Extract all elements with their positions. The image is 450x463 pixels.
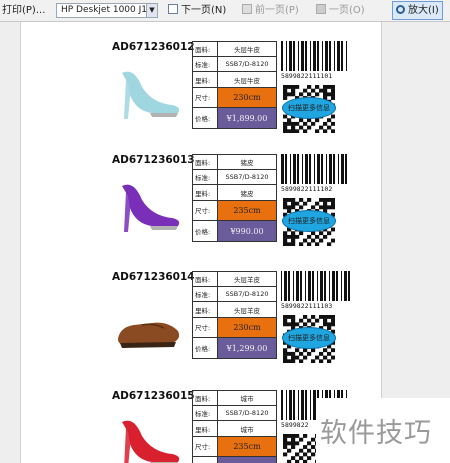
product-code: AD671236014: [112, 271, 195, 283]
zoom-in-label: 放大(I): [408, 5, 439, 16]
printer-select-value: HP Deskjet 1000 J1: [61, 5, 147, 15]
barcode-number: 5899822111101: [281, 72, 333, 80]
spec-material: 头层羊皮: [217, 270, 277, 288]
spec-price: ¥1,899.00: [217, 107, 277, 129]
chevron-down-icon[interactable]: ▼: [146, 4, 157, 17]
spec-label-lining: 里料:: [192, 420, 218, 437]
spec-lining: 头层羊皮: [217, 301, 277, 318]
spec-label-standard: 标准:: [192, 169, 218, 186]
printer-select[interactable]: HP Deskjet 1000 J1 ▼: [56, 3, 158, 18]
product-photo: [112, 170, 186, 242]
spec-standard: SSB7/D-8120: [217, 56, 277, 73]
watermark-text: 软件技巧: [320, 418, 432, 449]
print-preview-toolbar: 打印(P)... HP Deskjet 1000 J1 ▼ 下一页(N) 前一页…: [0, 0, 450, 22]
barcode: [281, 41, 351, 71]
next-page-button[interactable]: 下一页(N): [168, 3, 226, 19]
spec-label-material: 面料:: [192, 389, 218, 407]
first-page-button[interactable]: 一页(O): [316, 3, 365, 19]
product-code: AD671236012: [112, 41, 195, 53]
spec-label-size: 尺寸:: [192, 86, 218, 109]
product-card: AD671236013 面料: 猪皮 标准: SSB7/D-8120 里料: 猪皮 尺寸: 23…: [112, 153, 362, 247]
spec-label-material: 面料:: [192, 40, 218, 58]
product-photo: [112, 287, 186, 359]
product-card: AD671236012 面料: 头层牛皮 标准: SSB7/D-8120 里料: 头层牛皮尺…: [112, 40, 362, 134]
first-page-icon: [316, 4, 326, 14]
qr-label: 扫描更多信息: [282, 210, 336, 232]
spec-price: ¥990.00: [217, 220, 277, 242]
spec-label-material: 面料:: [192, 153, 218, 171]
next-page-label: 下一页(N): [181, 5, 227, 16]
print-preview-page: AD671236012 面料: 头层牛皮 标准: SSB7/D-8120 里料: 头层牛皮尺…: [20, 22, 382, 463]
spec-label-size: 尺寸:: [192, 316, 218, 339]
qr-label: 扫描更多信息: [282, 327, 336, 349]
spec-size: 235cm: [217, 435, 277, 458]
prev-page-button[interactable]: 前一页(P): [242, 3, 299, 19]
barcode-number: 5899822111102: [281, 185, 333, 193]
product-spec-table: 面料:城市标准:SSB7/D-8120里料:城市尺寸:235cm价格:: [192, 389, 277, 463]
spec-material: 城市: [217, 389, 277, 407]
spec-label-lining: 里料:: [192, 71, 218, 88]
spec-lining: 猪皮: [217, 184, 277, 201]
spec-size: 230cm: [217, 86, 277, 109]
spec-label-price: 价格:: [192, 337, 218, 359]
product-photo: [112, 57, 186, 129]
spec-label-standard: 标准:: [192, 286, 218, 303]
barcode-number: 5899822111103: [281, 302, 333, 310]
spec-size: 235cm: [217, 199, 277, 222]
next-page-icon: [168, 4, 178, 14]
product-code: AD671236013: [112, 154, 195, 166]
prev-page-label: 前一页(P): [255, 5, 299, 16]
spec-standard: SSB7/D-8120: [217, 286, 277, 303]
product-spec-table: 面料: 猪皮 标准: SSB7/D-8120 里料: 猪皮 尺寸: 235cm 价格: ¥990.…: [192, 153, 277, 242]
zoom-in-button[interactable]: 放大(I): [392, 1, 443, 20]
spec-label-material: 面料:: [192, 270, 218, 288]
product-card: AD671236014 面料: 头层羊皮 标准: SSB7/D-8120 里料: 头层羊皮尺…: [112, 270, 362, 364]
spec-label-standard: 标准:: [192, 56, 218, 73]
spec-label-standard: 标准:: [192, 405, 218, 422]
product-spec-table: 面料: 头层牛皮 标准: SSB7/D-8120 里料: 头层牛皮 尺寸: 230cm 价格: ¥…: [192, 40, 277, 129]
product-spec-table: 面料: 头层羊皮 标准: SSB7/D-8120 里料: 头层羊皮 尺寸: 230cm 价格: ¥…: [192, 270, 277, 359]
spec-price: [217, 456, 277, 463]
spec-lining: 头层牛皮: [217, 71, 277, 88]
barcode: [281, 271, 351, 301]
spec-label-price: 价格:: [192, 456, 218, 463]
barcode: [281, 154, 351, 184]
magnifier-icon: [396, 5, 405, 14]
qr-label: 扫描更多信息: [282, 97, 336, 119]
product-photo: [112, 406, 186, 463]
spec-lining: 城市: [217, 420, 277, 437]
spec-label-price: 价格:: [192, 107, 218, 129]
spec-material: 猪皮: [217, 153, 277, 171]
spec-label-size: 尺寸:: [192, 435, 218, 458]
first-page-label: 一页(O): [329, 5, 365, 16]
spec-label-price: 价格:: [192, 220, 218, 242]
print-button[interactable]: 打印(P)...: [2, 3, 45, 19]
spec-label-size: 尺寸:: [192, 199, 218, 222]
spec-size: 230cm: [217, 316, 277, 339]
spec-standard: SSB7/D-8120: [217, 169, 277, 186]
prev-page-icon: [242, 4, 252, 14]
spec-label-lining: 里料:: [192, 184, 218, 201]
spec-standard: SSB7/D-8120: [217, 405, 277, 422]
spec-label-lining: 里料:: [192, 301, 218, 318]
product-code: AD671236015: [112, 390, 195, 402]
spec-material: 头层牛皮: [217, 40, 277, 58]
spec-price: ¥1,299.00: [217, 337, 277, 359]
watermark: 软件技巧: [316, 398, 450, 463]
